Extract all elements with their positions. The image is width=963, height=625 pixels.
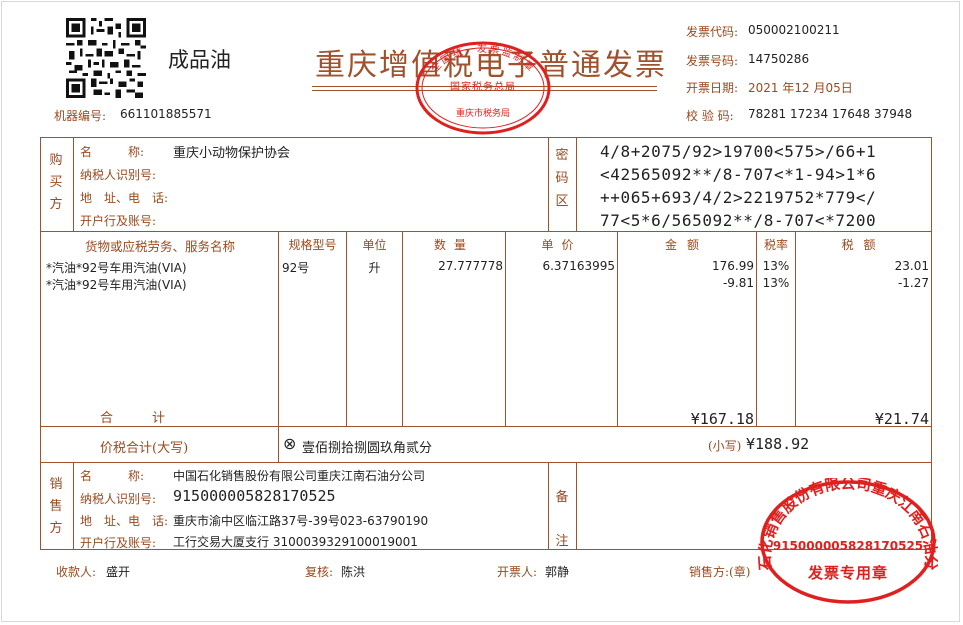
invoice-no-label: 发票号码: bbox=[686, 54, 739, 68]
cipher-section-label: 密码区 bbox=[555, 148, 569, 209]
remarks-section-label: 备注 bbox=[555, 490, 569, 549]
reviewer-label: 复核: bbox=[305, 565, 334, 579]
header-qty: 数量 bbox=[433, 238, 474, 252]
seller-divider bbox=[73, 462, 74, 549]
item-tax: 23.01 bbox=[894, 259, 929, 273]
seller-stamp-label: 销售方:(章) bbox=[689, 565, 751, 579]
machine-no-label: 机器编号: bbox=[54, 109, 107, 123]
item-price: 6.37163995 bbox=[542, 259, 615, 273]
total-tax: ¥21.74 bbox=[874, 410, 929, 428]
seller-address-label: 地 址、电 话: bbox=[80, 514, 169, 528]
header-rate: 税率 bbox=[763, 238, 788, 252]
item-tax: -1.27 bbox=[897, 276, 929, 290]
check-code-label: 校 验 码: bbox=[686, 109, 734, 123]
seller-name: 中国石化销售股份有限公司重庆江南石油分公司 bbox=[173, 469, 426, 483]
header-amount: 金额 bbox=[664, 238, 709, 252]
buyer-divider bbox=[73, 137, 74, 232]
cipher-line: 77<5*6/565092**/8-707<*7200 bbox=[600, 211, 877, 230]
table-left-border bbox=[40, 137, 41, 550]
item-name: *汽油*92号车用汽油(VIA) bbox=[46, 278, 187, 292]
item-qty: 27.777778 bbox=[438, 259, 503, 273]
invoice-code-label: 发票代码: bbox=[686, 25, 739, 39]
price-tax-total-label: 价税合计(大写) bbox=[100, 441, 189, 456]
header-unit: 单位 bbox=[362, 238, 387, 252]
issue-date-label: 开票日期: bbox=[686, 81, 739, 95]
reviewer: 陈洪 bbox=[341, 565, 366, 579]
item-rate: 13% bbox=[762, 276, 790, 290]
price-tax-divider bbox=[278, 426, 279, 462]
seller-tax-id: 915000005828170525 bbox=[173, 487, 336, 505]
total-amount: ¥167.18 bbox=[690, 410, 754, 428]
seller-tax-id-label: 纳税人识别号: bbox=[80, 492, 157, 506]
payee-label: 收款人: bbox=[56, 565, 97, 579]
buyer-bank-label: 开户行及账号: bbox=[80, 214, 157, 228]
title-underline-bottom bbox=[312, 90, 657, 91]
remarks-left-divider bbox=[548, 462, 549, 549]
buyer-address-label: 地 址、电 话: bbox=[80, 191, 169, 205]
cipher-line: ++065+693/4/2>2219752*779</ bbox=[600, 188, 877, 207]
buyer-name: 重庆小动物保护协会 bbox=[173, 146, 291, 161]
total-bottom-border bbox=[40, 462, 932, 463]
product-type: 成品油 bbox=[168, 48, 231, 72]
close-circle-icon: ⊗ bbox=[283, 434, 297, 453]
qr-code-icon bbox=[66, 18, 146, 98]
price-tax-lowercase: ¥188.92 bbox=[746, 435, 810, 453]
check-code: 78281 17234 17648 37948 bbox=[748, 107, 913, 121]
item-spec: 92号 bbox=[282, 261, 310, 275]
item-rate: 13% bbox=[762, 259, 790, 273]
header-price: 单价 bbox=[541, 238, 582, 252]
item-amount: -9.81 bbox=[722, 276, 754, 290]
drawer-label: 开票人: bbox=[497, 565, 538, 579]
header-tax: 税额 bbox=[841, 238, 886, 252]
invoice-code: 050002100211 bbox=[748, 23, 840, 37]
cipher-line: 4/8+2075/92>19700<575>/66+1 bbox=[600, 142, 877, 161]
item-amount: 176.99 bbox=[712, 259, 754, 273]
price-tax-lowercase-label: (小写) bbox=[708, 439, 742, 453]
invoice-no: 14750286 bbox=[748, 52, 810, 66]
remarks-inner-divider bbox=[576, 462, 577, 549]
price-tax-uppercase: 壹佰捌拾捌圆玖角贰分 bbox=[302, 441, 433, 456]
title-underline-top bbox=[312, 86, 657, 87]
col-divider-spec bbox=[278, 231, 279, 426]
cipher-inner-divider bbox=[576, 137, 577, 232]
buyer-name-label: 名 称: bbox=[80, 145, 145, 159]
machine-no: 661101885571 bbox=[120, 107, 212, 121]
buyer-section-label: 购买方 bbox=[49, 153, 63, 212]
item-unit: 升 bbox=[368, 261, 381, 275]
payee: 盛开 bbox=[106, 565, 131, 579]
issue-date: 2021 年12 月05日 bbox=[748, 81, 853, 95]
table-top-border bbox=[40, 137, 932, 138]
table-right-border bbox=[931, 137, 932, 550]
cipher-left-divider bbox=[548, 137, 549, 232]
header-spec: 规格型号 bbox=[288, 238, 337, 252]
header-name: 货物或应税劳务、服务名称 bbox=[84, 239, 235, 254]
seller-bank-label: 开户行及账号: bbox=[80, 536, 157, 550]
seller-name-label: 名 称: bbox=[80, 469, 145, 483]
cipher-area: 4/8+2075/92>19700<575>/66+1 <42565092**/… bbox=[600, 140, 876, 232]
seller-address: 重庆市渝中区临江路37号-39号023-63790190 bbox=[173, 514, 429, 528]
total-label: 合 计 bbox=[100, 411, 166, 426]
item-name: *汽油*92号车用汽油(VIA) bbox=[46, 261, 187, 275]
cipher-line: <42565092**/8-707<*1-94>1*6 bbox=[600, 165, 877, 184]
buyer-tax-id-label: 纳税人识别号: bbox=[80, 168, 157, 182]
invoice-title: 重庆增值税电子普通发票 bbox=[315, 48, 667, 83]
seller-section-label: 销售方 bbox=[49, 477, 63, 536]
seller-bank: 工行交易大厦支行 3100039329100019001 bbox=[173, 535, 418, 549]
drawer: 郭静 bbox=[545, 565, 570, 579]
